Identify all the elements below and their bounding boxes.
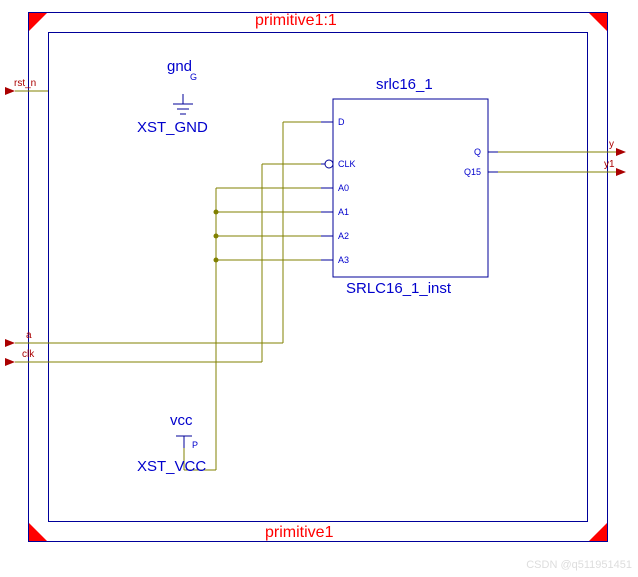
vcc-name: XST_VCC <box>137 458 206 475</box>
srlc-pin-q15: Q15 <box>464 167 481 177</box>
gnd-name: XST_GND <box>137 119 208 136</box>
schematic-canvas: primitive1:1 primitive1 <box>0 0 638 577</box>
schematic-svg <box>0 0 638 577</box>
srlc-pin-clk: CLK <box>338 159 356 169</box>
port-clk <box>5 358 15 366</box>
port-rst_n-label: rst_n <box>14 78 36 89</box>
vcc-label: vcc <box>170 412 193 429</box>
port-y-label: y <box>609 139 614 150</box>
srlc-pin-a3: A3 <box>338 255 349 265</box>
watermark-text: CSDN @q511951451 <box>526 559 632 571</box>
srlc-pin-d: D <box>338 117 345 127</box>
port-a <box>5 339 15 347</box>
port-clk-label: clk <box>22 349 34 360</box>
port-y1-label: y1 <box>604 159 615 170</box>
srlc-label: srlc16_1 <box>376 76 433 93</box>
vcc-pin: P <box>192 440 198 450</box>
gnd-label: gnd <box>167 58 192 75</box>
srlc-instance: SRLC16_1_inst <box>346 280 451 297</box>
srlc-pin-q: Q <box>474 147 481 157</box>
srlc-pin-a0: A0 <box>338 183 349 193</box>
gnd-pin: G <box>190 72 197 82</box>
nets <box>15 91 616 470</box>
port-y1 <box>616 168 626 176</box>
port-y <box>616 148 626 156</box>
port-a-label: a <box>26 330 32 341</box>
srlc-body <box>333 99 488 277</box>
srlc-pin-a2: A2 <box>338 231 349 241</box>
srlc-pin-a1: A1 <box>338 207 349 217</box>
